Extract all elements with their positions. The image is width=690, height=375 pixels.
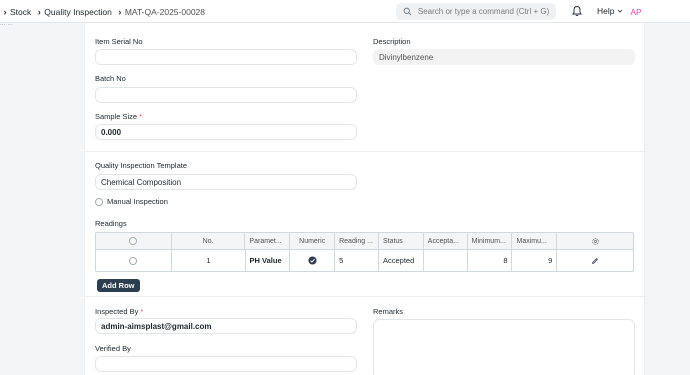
sub-breadcrumb: ... ... bbox=[0, 23, 13, 27]
sample-size-field[interactable]: 0.000 bbox=[95, 124, 357, 140]
row-select-cell[interactable] bbox=[96, 250, 172, 271]
item-serial-no-label: Item Serial No bbox=[95, 37, 143, 46]
item-serial-no-field[interactable] bbox=[95, 49, 357, 65]
search-bar[interactable] bbox=[396, 3, 556, 20]
section-divider bbox=[85, 296, 646, 297]
section-divider bbox=[85, 151, 646, 152]
cell-acceptance[interactable] bbox=[424, 250, 468, 271]
breadcrumb: › Stock › Quality Inspection › MAT-QA-20… bbox=[0, 5, 206, 18]
readings-table: No. Paramet... Numeric Reading ... Statu… bbox=[95, 232, 634, 272]
cell-maximum[interactable]: 9 bbox=[512, 250, 558, 271]
checkbox-checked-icon[interactable] bbox=[308, 256, 317, 265]
search-icon bbox=[403, 7, 412, 16]
description-field: Divinylbenzene bbox=[373, 49, 635, 65]
column-header-reading: Reading ... bbox=[335, 233, 379, 249]
select-all-checkbox[interactable] bbox=[129, 237, 138, 245]
table-row[interactable]: 1 PH Value 5 Accepted 8 9 bbox=[96, 250, 633, 271]
form-card: Item Serial No Description Divinylbenzen… bbox=[84, 23, 646, 375]
notification-bell-icon[interactable] bbox=[571, 5, 583, 17]
sample-size-label-text: Sample Size bbox=[95, 112, 138, 121]
search-input[interactable] bbox=[417, 7, 556, 16]
batch-no-label: Batch No bbox=[95, 74, 126, 83]
column-header-acceptance: Accepta... bbox=[424, 233, 468, 249]
column-header-maximum: Maximu... bbox=[512, 233, 558, 249]
manual-inspection-label: Manual Inspection bbox=[107, 197, 168, 206]
template-label: Quality Inspection Template bbox=[95, 161, 187, 170]
chevron-right-icon: › bbox=[3, 6, 7, 17]
help-dropdown[interactable]: Help bbox=[597, 6, 623, 16]
gear-icon[interactable] bbox=[591, 237, 600, 246]
column-header-no: No. bbox=[172, 233, 246, 249]
required-marker: * bbox=[139, 112, 143, 121]
cell-numeric[interactable] bbox=[290, 250, 336, 271]
avatar[interactable]: AP bbox=[627, 3, 645, 20]
cell-minimum[interactable]: 8 bbox=[468, 250, 513, 271]
required-marker: * bbox=[140, 307, 144, 316]
column-header-numeric: Numeric bbox=[290, 233, 336, 249]
breadcrumb-quality-inspection[interactable]: Quality Inspection bbox=[44, 7, 112, 17]
remarks-label: Remarks bbox=[373, 307, 404, 316]
description-label: Description bbox=[373, 37, 411, 46]
column-header-status: Status bbox=[379, 233, 424, 249]
batch-no-field[interactable] bbox=[95, 87, 357, 103]
select-all-cell[interactable] bbox=[96, 233, 172, 249]
column-header-minimum: Minimum... bbox=[468, 233, 513, 249]
template-field[interactable]: Chemical Composition bbox=[95, 174, 357, 190]
row-select-checkbox[interactable] bbox=[129, 256, 138, 265]
edit-pencil-icon[interactable] bbox=[591, 257, 599, 265]
manual-inspection-row[interactable]: Manual Inspection bbox=[95, 197, 168, 206]
manual-inspection-checkbox[interactable] bbox=[95, 197, 103, 206]
top-navbar: › Stock › Quality Inspection › MAT-QA-20… bbox=[0, 0, 690, 23]
chevron-down-icon bbox=[618, 9, 623, 13]
chevron-right-icon: › bbox=[37, 6, 41, 17]
column-settings-cell[interactable] bbox=[557, 233, 633, 249]
breadcrumb-stock[interactable]: Stock bbox=[10, 7, 31, 17]
remarks-textarea[interactable] bbox=[373, 319, 635, 375]
cell-no: 1 bbox=[172, 250, 246, 271]
inspected-by-label: Inspected By * bbox=[95, 307, 143, 316]
inspected-by-field[interactable]: admin-aimsplast@gmail.com bbox=[95, 318, 357, 334]
cell-reading[interactable]: 5 bbox=[335, 250, 379, 271]
verified-by-field[interactable] bbox=[95, 356, 357, 372]
breadcrumb-document[interactable]: MAT-QA-2025-00028 bbox=[125, 7, 205, 17]
sample-size-label: Sample Size * bbox=[95, 112, 142, 121]
add-row-button[interactable]: Add Row bbox=[97, 279, 140, 292]
verified-by-label: Verified By bbox=[95, 344, 131, 353]
column-header-parameter: Paramet... bbox=[245, 233, 291, 249]
cell-parameter[interactable]: PH Value bbox=[246, 250, 291, 271]
readings-label: Readings bbox=[95, 219, 127, 228]
table-header-row: No. Paramet... Numeric Reading ... Statu… bbox=[96, 233, 633, 250]
inspected-by-label-text: Inspected By bbox=[95, 307, 139, 316]
row-edit-cell[interactable] bbox=[557, 250, 633, 271]
cell-status[interactable]: Accepted bbox=[379, 250, 424, 271]
help-label: Help bbox=[597, 6, 615, 16]
chevron-right-icon: › bbox=[118, 6, 122, 17]
